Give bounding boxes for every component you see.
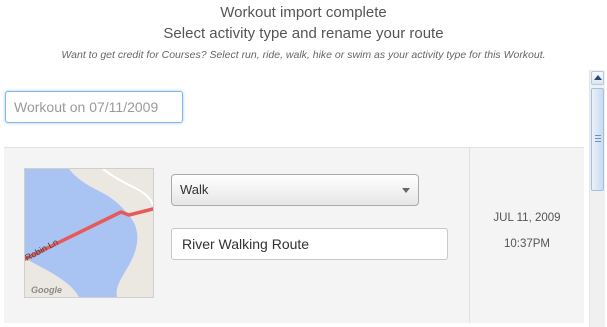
scroll-up-arrow-icon[interactable] xyxy=(591,71,604,85)
workout-time: 10:37PM xyxy=(503,238,551,250)
grip-line xyxy=(595,141,601,142)
grip-line xyxy=(595,138,601,139)
column-divider xyxy=(469,148,470,323)
route-name-input[interactable] xyxy=(171,228,448,260)
route-map-thumbnail[interactable]: Robin Ln Google xyxy=(24,168,154,298)
workout-name-input[interactable] xyxy=(5,91,183,123)
import-complete-heading: Workout import complete xyxy=(220,4,387,21)
grip-line xyxy=(595,135,601,136)
scroll-thumb[interactable] xyxy=(591,88,604,191)
vertical-scrollbar[interactable] xyxy=(589,70,605,327)
select-activity-heading: Select activity type and rename your rou… xyxy=(163,25,444,42)
route-map-graphic: Robin Ln Google xyxy=(25,169,153,297)
activity-type-select[interactable]: Walk xyxy=(171,174,419,206)
workout-date: JUL 11, 2009 xyxy=(493,212,561,224)
activity-type-value: Walk xyxy=(180,182,209,197)
route-row: Robin Ln Google Walk JUL 11, 2009 10:37P… xyxy=(4,147,584,323)
chevron-down-icon xyxy=(402,188,410,193)
map-attribution: Google xyxy=(31,285,62,295)
courses-hint-text: Want to get credit for Courses? Select r… xyxy=(61,49,546,61)
